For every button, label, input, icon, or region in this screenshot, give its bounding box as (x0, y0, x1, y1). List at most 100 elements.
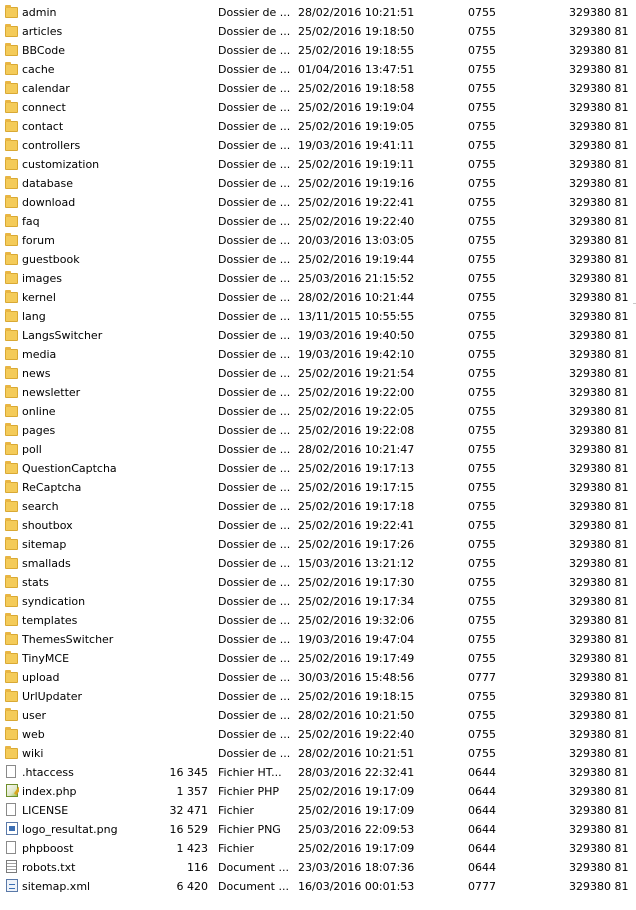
file-name: UrlUpdater (22, 690, 82, 703)
file-row[interactable]: LICENSE 32 471 Fichier 25/02/2016 19:17:09 0… (0, 801, 636, 820)
file-icon-cell (5, 651, 19, 666)
file-modified: 25/02/2016 19:17:13 (298, 462, 415, 475)
file-row[interactable]: news Dossier de ... 25/02/2016 19:21:54 075… (0, 364, 636, 383)
file-row[interactable]: syndication Dossier de ... 25/02/2016 19:1… (0, 592, 636, 611)
file-type: Dossier de ... (218, 367, 291, 380)
file-icon-cell (5, 613, 19, 628)
file-type: Dossier de ... (218, 158, 291, 171)
file-row[interactable]: admin Dossier de ... 28/02/2016 10:21:51 07… (0, 3, 636, 22)
file-row[interactable]: QuestionCaptcha Dossier de ... 25/02/2016 … (0, 459, 636, 478)
file-type: Dossier de ... (218, 557, 291, 570)
file-name: templates (22, 614, 78, 627)
file-row[interactable]: user Dossier de ... 28/02/2016 10:21:50 075… (0, 706, 636, 725)
file-name: upload (22, 671, 60, 684)
file-row[interactable]: kernel Dossier de ... 28/02/2016 10:21:44 0… (0, 288, 636, 307)
file-type: Fichier (218, 842, 254, 855)
file-row[interactable]: search Dossier de ... 25/02/2016 19:17:18 0… (0, 497, 636, 516)
file-owner: 329380 81 (569, 443, 629, 456)
file-modified: 13/11/2015 10:55:55 (298, 310, 415, 323)
file-icon-cell (5, 43, 19, 58)
file-row[interactable]: index.php 1 357 Fichier PHP 25/02/2016 19:1… (0, 782, 636, 801)
folder-icon (5, 43, 18, 56)
file-icon (6, 765, 16, 778)
file-row[interactable]: contact Dossier de ... 25/02/2016 19:19:05… (0, 117, 636, 136)
file-row[interactable]: articles Dossier de ... 25/02/2016 19:18:5… (0, 22, 636, 41)
file-row[interactable]: smallads Dossier de ... 15/03/2016 13:21:1… (0, 554, 636, 573)
file-permissions: 0755 (468, 557, 496, 570)
file-modified: 25/02/2016 19:18:50 (298, 25, 415, 38)
file-row[interactable]: phpboost 1 423 Fichier 25/02/2016 19:17:09 0… (0, 839, 636, 858)
file-type: Dossier de ... (218, 633, 291, 646)
file-owner: 329380 81 (569, 823, 629, 836)
file-list: admin Dossier de ... 28/02/2016 10:21:51 07… (0, 3, 636, 896)
file-name: .htaccess (22, 766, 74, 779)
file-row[interactable]: sitemap Dossier de ... 25/02/2016 19:17:26… (0, 535, 636, 554)
file-modified: 25/02/2016 19:17:30 (298, 576, 415, 589)
file-permissions: 0755 (468, 424, 496, 437)
file-row[interactable]: connect Dossier de ... 25/02/2016 19:19:04… (0, 98, 636, 117)
file-row[interactable]: faq Dossier de ... 25/02/2016 19:22:40 0755… (0, 212, 636, 231)
file-row[interactable]: UrlUpdater Dossier de ... 25/02/2016 19:18… (0, 687, 636, 706)
file-row[interactable]: ReCaptcha Dossier de ... 25/02/2016 19:17:… (0, 478, 636, 497)
file-type: Dossier de ... (218, 405, 291, 418)
file-type: Dossier de ... (218, 82, 291, 95)
file-type: Dossier de ... (218, 215, 291, 228)
file-row[interactable]: controllers Dossier de ... 19/03/2016 19:4… (0, 136, 636, 155)
file-row[interactable]: media Dossier de ... 19/03/2016 19:42:10 07… (0, 345, 636, 364)
file-modified: 25/02/2016 19:17:09 (298, 842, 415, 855)
file-icon-cell (5, 214, 19, 229)
file-row[interactable]: stats Dossier de ... 25/02/2016 19:17:30 07… (0, 573, 636, 592)
folder-icon (5, 594, 18, 607)
file-row[interactable]: newsletter Dossier de ... 25/02/2016 19:22… (0, 383, 636, 402)
folder-icon (5, 575, 18, 588)
file-modified: 25/02/2016 19:17:34 (298, 595, 415, 608)
file-row[interactable]: poll Dossier de ... 28/02/2016 10:21:47 075… (0, 440, 636, 459)
file-row[interactable]: TinyMCE Dossier de ... 25/02/2016 19:17:49… (0, 649, 636, 668)
file-row[interactable]: BBCode Dossier de ... 25/02/2016 19:18:55 0… (0, 41, 636, 60)
file-row[interactable]: pages Dossier de ... 25/02/2016 19:22:08 07… (0, 421, 636, 440)
folder-icon (5, 651, 18, 664)
file-type: Dossier de ... (218, 481, 291, 494)
folder-icon (5, 195, 18, 208)
file-row[interactable]: .htaccess 16 345 Fichier HT... 28/03/2016 2… (0, 763, 636, 782)
file-row[interactable]: online Dossier de ... 25/02/2016 19:22:05 0… (0, 402, 636, 421)
file-name: cache (22, 63, 55, 76)
file-type: Dossier de ... (218, 747, 291, 760)
file-owner: 329380 81 (569, 120, 629, 133)
folder-icon (5, 366, 18, 379)
file-type: Dossier de ... (218, 291, 291, 304)
file-permissions: 0777 (468, 671, 496, 684)
file-type: Dossier de ... (218, 234, 291, 247)
file-icon-cell (5, 81, 19, 96)
folder-icon (5, 442, 18, 455)
file-modified: 28/02/2016 10:21:44 (298, 291, 415, 304)
file-row[interactable]: guestbook Dossier de ... 25/02/2016 19:19:… (0, 250, 636, 269)
file-row[interactable]: upload Dossier de ... 30/03/2016 15:48:56 0… (0, 668, 636, 687)
file-row[interactable]: cache Dossier de ... 01/04/2016 13:47:51 07… (0, 60, 636, 79)
file-row[interactable]: lang Dossier de ... 13/11/2015 10:55:55 075… (0, 307, 636, 326)
file-row[interactable]: database Dossier de ... 25/02/2016 19:19:1… (0, 174, 636, 193)
file-row[interactable]: templates Dossier de ... 25/02/2016 19:32:… (0, 611, 636, 630)
file-row[interactable]: robots.txt 116 Document ... 23/03/2016 18:0… (0, 858, 636, 877)
file-row[interactable]: wiki Dossier de ... 28/02/2016 10:21:51 075… (0, 744, 636, 763)
file-row[interactable]: ThemesSwitcher Dossier de ... 19/03/2016 1… (0, 630, 636, 649)
folder-icon (5, 328, 18, 341)
file-row[interactable]: LangsSwitcher Dossier de ... 19/03/2016 19… (0, 326, 636, 345)
file-row[interactable]: calendar Dossier de ... 25/02/2016 19:18:5… (0, 79, 636, 98)
file-permissions: 0644 (468, 842, 496, 855)
file-owner: 329380 81 (569, 329, 629, 342)
file-modified: 28/02/2016 10:21:51 (298, 747, 415, 760)
file-row[interactable]: download Dossier de ... 25/02/2016 19:22:4… (0, 193, 636, 212)
file-icon-cell (5, 157, 19, 172)
file-modified: 25/02/2016 19:17:49 (298, 652, 415, 665)
file-row[interactable]: sitemap.xml 6 420 Document ... 16/03/2016 0… (0, 877, 636, 896)
file-row[interactable]: web Dossier de ... 25/02/2016 19:22:40 0755… (0, 725, 636, 744)
file-row[interactable]: forum Dossier de ... 20/03/2016 13:03:05 07… (0, 231, 636, 250)
file-icon-cell (5, 689, 19, 704)
file-type: Dossier de ... (218, 709, 291, 722)
file-permissions: 0755 (468, 82, 496, 95)
file-row[interactable]: logo_resultat.png 16 529 Fichier PNG 25/03/… (0, 820, 636, 839)
file-row[interactable]: customization Dossier de ... 25/02/2016 19… (0, 155, 636, 174)
file-row[interactable]: images Dossier de ... 25/03/2016 21:15:52 0… (0, 269, 636, 288)
file-row[interactable]: shoutbox Dossier de ... 25/02/2016 19:22:4… (0, 516, 636, 535)
